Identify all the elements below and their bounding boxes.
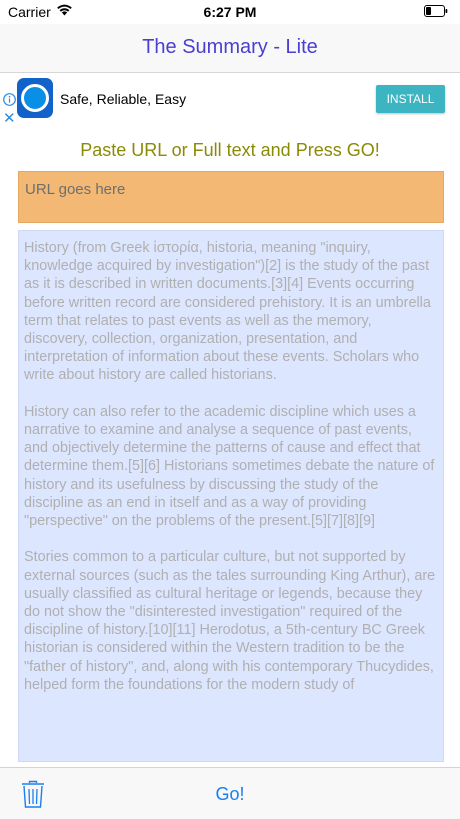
ad-close-icon[interactable]: ✕ — [3, 111, 16, 126]
url-placeholder: URL goes here — [25, 181, 126, 198]
install-button[interactable]: INSTALL — [376, 85, 445, 113]
status-bar: Carrier 6:27 PM — [0, 0, 460, 24]
ad-text[interactable]: Safe, Reliable, Easy — [60, 91, 186, 107]
status-time: 6:27 PM — [203, 4, 257, 20]
full-text-content: History (from Greek ἱστορία, historia, m… — [24, 240, 436, 693]
app-icon[interactable] — [17, 78, 53, 118]
bottom-toolbar: Go! — [0, 767, 460, 819]
go-button[interactable]: Go! — [0, 784, 460, 805]
battery-icon — [424, 5, 448, 17]
url-input[interactable]: URL goes here — [18, 171, 444, 223]
instruction-text: Paste URL or Full text and Press GO! — [80, 140, 380, 160]
app-icon-ring — [21, 84, 49, 112]
navigation-bar: The Summary - Lite — [0, 24, 460, 73]
nav-title: The Summary - Lite — [142, 36, 318, 58]
ad-info-icon[interactable] — [3, 93, 16, 106]
full-text-area[interactable]: History (from Greek ἱστορία, historia, m… — [18, 230, 444, 762]
ad-banner[interactable]: ✕ Safe, Reliable, Easy INSTALL — [0, 73, 460, 127]
